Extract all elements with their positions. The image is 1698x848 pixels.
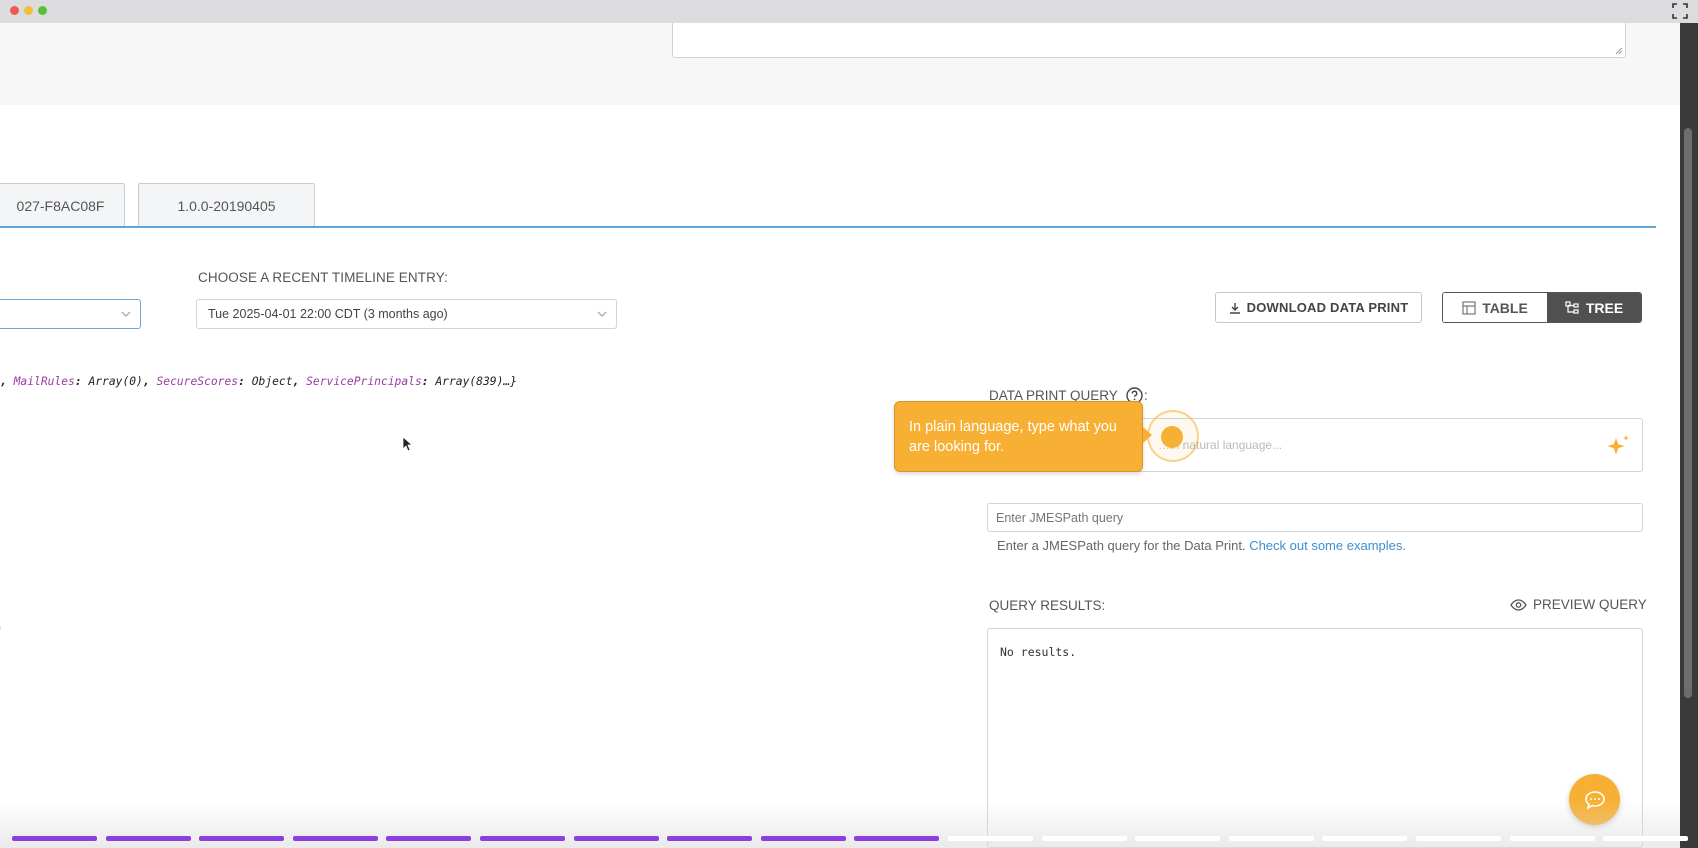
progress-segment <box>667 836 753 841</box>
window-titlebar <box>0 0 1698 23</box>
tour-beacon[interactable] <box>1161 426 1183 448</box>
scrollbar-thumb[interactable] <box>1684 128 1692 698</box>
eye-icon <box>1510 598 1527 611</box>
progress-segment <box>292 836 378 841</box>
close-window-icon[interactable] <box>10 6 19 15</box>
jmespath-query-input[interactable] <box>987 503 1643 532</box>
progress-segment <box>948 836 1033 841</box>
tooltip-arrow <box>1143 427 1152 443</box>
maximize-window-icon[interactable] <box>38 6 47 15</box>
progress-segment <box>1228 836 1314 841</box>
chevron-down-icon <box>597 311 607 317</box>
preview-query-button[interactable]: PREVIEW QUERY <box>1510 597 1647 612</box>
timeline-label: CHOOSE A RECENT TIMELINE ENTRY: <box>198 270 448 285</box>
tree-icon <box>1565 300 1579 314</box>
progress-segment <box>1322 836 1408 841</box>
tree-root-summary[interactable]: , MailRules: Array(0), SecureScores: Obj… <box>0 375 517 388</box>
notes-textarea[interactable] <box>672 23 1626 58</box>
progress-segment <box>386 836 472 841</box>
progress-segment <box>573 836 659 841</box>
progress-segment <box>105 836 191 841</box>
ai-sparkle-icon[interactable] <box>1604 432 1632 460</box>
table-label: TABLE <box>1482 299 1528 316</box>
tab-divider <box>0 226 1656 228</box>
tree-value: Array(0) <box>88 375 143 388</box>
examples-link[interactable]: Check out some examples. <box>1249 538 1406 553</box>
tab-label: 027-F8AC08F <box>16 198 105 214</box>
timeline-selected-value: Tue 2025-04-01 22:00 CDT (3 months ago) <box>208 307 448 321</box>
download-data-print-button[interactable]: DOWNLOAD DATA PRINT <box>1215 292 1422 323</box>
chevron-down-icon <box>121 311 131 317</box>
tab-version-2[interactable]: 1.0.0-20190405 <box>138 183 315 228</box>
progress-segment <box>760 836 846 841</box>
jmespath-help: Enter a JMESPath query for the Data Prin… <box>997 538 1406 553</box>
progress-segment <box>12 836 97 841</box>
progress-segment <box>480 836 565 841</box>
progress-segment <box>1603 836 1689 841</box>
tooltip-text: In plain language, type what you are loo… <box>909 419 1117 455</box>
tree-key: MailRules <box>13 375 75 388</box>
view-toggle: TABLE TREE <box>1442 292 1642 323</box>
progress-segment <box>1135 836 1221 841</box>
entry-select[interactable] <box>0 299 141 329</box>
tree-view-button[interactable]: TREE <box>1547 293 1641 322</box>
table-icon <box>1462 300 1476 315</box>
jmespath-help-text: Enter a JMESPath query for the Data Prin… <box>997 538 1250 553</box>
tree-label: TREE <box>1585 299 1624 316</box>
mouse-pointer-icon <box>402 436 414 452</box>
progress-segment <box>1041 836 1127 841</box>
download-icon <box>1229 302 1240 314</box>
progress-segment <box>1509 836 1595 841</box>
progress-segment <box>199 836 285 841</box>
tree-key: ServicePrincipals <box>306 375 422 388</box>
minimize-window-icon[interactable] <box>24 6 33 15</box>
progress-segment <box>1416 836 1501 841</box>
tree-key: SecureScores <box>156 375 239 388</box>
table-view-button[interactable]: TABLE <box>1443 293 1547 322</box>
fullscreen-icon[interactable] <box>1672 3 1688 19</box>
resize-grip-icon[interactable] <box>1615 47 1623 55</box>
tree-value: Array(839)…} <box>435 375 517 388</box>
page-scrollbar[interactable] <box>1680 23 1698 848</box>
timeline-select[interactable]: Tue 2025-04-01 22:00 CDT (3 months ago) <box>196 299 617 329</box>
tab-label: 1.0.0-20190405 <box>177 198 276 214</box>
label-colon: : <box>1144 388 1148 403</box>
preview-query-label: PREVIEW QUERY <box>1533 597 1647 612</box>
query-result-text: No results. <box>1000 645 1077 659</box>
query-results-label: QUERY RESULTS: <box>989 598 1106 613</box>
download-label: DOWNLOAD DATA PRINT <box>1246 300 1409 315</box>
onboarding-tooltip: In plain language, type what you are loo… <box>894 401 1143 472</box>
tree-prefix: , <box>0 375 14 388</box>
tab-version-1[interactable]: 027-F8AC08F <box>0 183 125 228</box>
tree-fragment: ) <box>0 620 1 634</box>
progress-segment <box>854 836 940 841</box>
tree-value: Object <box>251 375 293 388</box>
